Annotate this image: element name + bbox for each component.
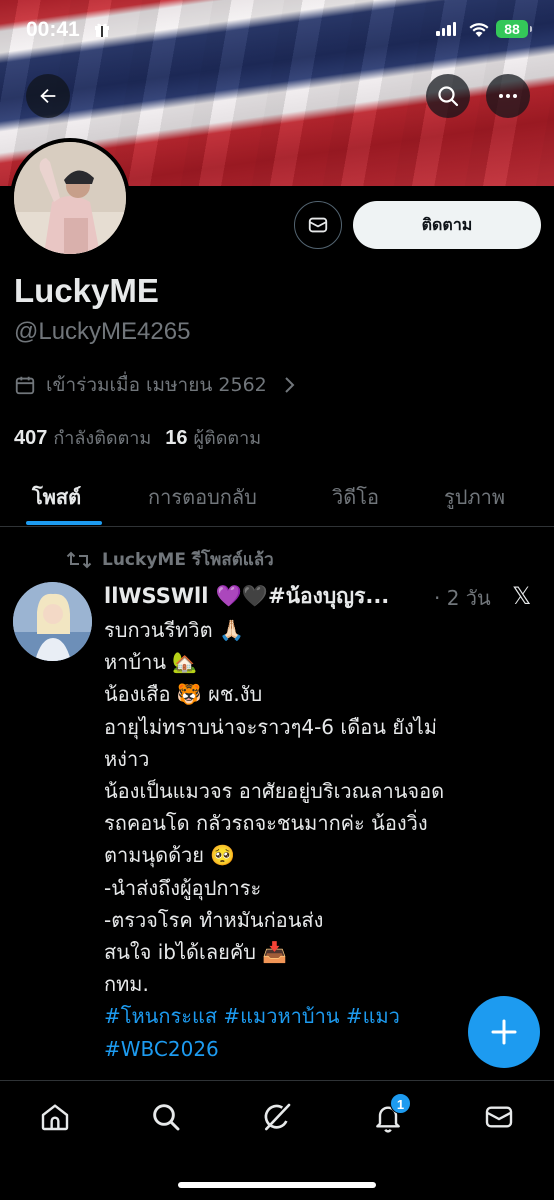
follow-button[interactable]: ติดตาม — [353, 201, 541, 249]
nav-search[interactable] — [148, 1099, 184, 1135]
tweet-text-line: น้องเป็นแมวจร อาศัยอยู่บริเวณลานจอด — [104, 779, 445, 804]
followers-count: 16 — [165, 427, 188, 449]
tweet-text-line: รถคอนโด กลัวรถจะชนมากค่ะ น้องวิ่ง — [104, 811, 428, 836]
profile-handle: @LuckyME4265 — [14, 318, 191, 345]
envelope-icon — [485, 1106, 513, 1128]
search-icon — [153, 1104, 180, 1131]
tweet-text-line: อายุไม่ทราบน่าจะราวๆ4-6 เดือน ยังไม่ — [104, 714, 437, 739]
nav-notifications[interactable]: 1 — [370, 1093, 411, 1135]
tweet-text-line: กทม. — [104, 972, 149, 997]
active-tab-indicator — [26, 521, 102, 525]
nav-messages[interactable] — [481, 1099, 517, 1135]
profile-avatar[interactable] — [10, 138, 130, 258]
tweet-timestamp[interactable]: · 2 วัน — [434, 582, 491, 614]
tweet-text-line: หง่าว — [104, 746, 150, 771]
profile-display-name: LuckyME — [14, 272, 159, 309]
repost-icon — [66, 551, 92, 568]
tab-replies[interactable]: การตอบกลับ — [148, 481, 257, 513]
following-count: 407 — [14, 427, 48, 449]
plus-icon — [491, 1019, 517, 1045]
tweet-author-avatar[interactable] — [13, 582, 92, 661]
tab-photos[interactable]: รูปภาพ — [444, 481, 505, 513]
tweet-text-line: สนใจ ibได้เลยคับ 📥 — [104, 940, 288, 965]
tweet-text-line: -นำส่งถึงผู้อุปการะ — [104, 875, 262, 900]
wifi-icon — [469, 23, 489, 37]
back-button[interactable] — [26, 74, 70, 118]
chevron-right-icon — [285, 377, 295, 393]
search-icon — [438, 86, 459, 107]
tweet-text-line: ตามนุดด้วย 🥺 — [104, 843, 236, 868]
tweet-text-line: น้องเสือ 🐯 ผช.งับ — [104, 682, 263, 707]
status-bar: 00:41 88 — [0, 0, 554, 62]
more-icon — [499, 94, 517, 98]
tab-posts[interactable]: โพสต์ — [32, 481, 81, 513]
more-options-button[interactable] — [486, 74, 530, 118]
nav-grok[interactable] — [259, 1099, 295, 1135]
following-label: กำลังติดตาม — [53, 428, 152, 449]
message-button[interactable] — [294, 201, 342, 249]
profile-tabs: โพสต์ การตอบกลับ วิดีโอ รูปภาพ — [0, 465, 554, 527]
tab-videos[interactable]: วิดีโอ — [332, 481, 379, 513]
search-button[interactable] — [426, 74, 470, 118]
cellular-signal-icon — [436, 22, 456, 36]
tweet-text-line: หาบ้าน 🏡 — [104, 650, 198, 675]
battery-indicator: 88 — [496, 20, 532, 38]
author-avatar-photo — [13, 582, 92, 661]
gift-icon — [95, 23, 109, 37]
home-icon — [41, 1104, 69, 1131]
compose-post-button[interactable] — [468, 996, 540, 1068]
home-indicator — [178, 1182, 376, 1188]
tweet-header: llWSSWll 💜🖤#น้องบุญร... · 2 วัน 𝕏 — [104, 580, 544, 612]
followers-label: ผู้ติดตาม — [193, 428, 262, 449]
joined-date[interactable]: เข้าร่วมเมื่อ เมษายน 2562 — [14, 370, 295, 400]
grok-icon — [264, 1103, 291, 1131]
followers-stat[interactable]: 16 ผู้ติดตาม — [165, 423, 261, 452]
x-logo-icon[interactable]: 𝕏 — [512, 582, 531, 610]
tweet-text-line: -ตรวจโรค ทำหมันก่อนส่ง — [104, 907, 324, 932]
tweet-text-line: รบกวนรีทวิต 🙏🏻 — [104, 618, 244, 642]
tweet-body[interactable]: รบกวนรีทวิต 🙏🏻 หาบ้าน 🏡 น้องเสือ 🐯 ผช.งับอ… — [104, 614, 540, 1065]
following-stat[interactable]: 407 กำลังติดตาม — [14, 423, 151, 452]
joined-text: เข้าร่วมเมื่อ เมษายน 2562 — [46, 374, 267, 396]
follow-stats: 407 กำลังติดตาม 16 ผู้ติดตาม — [14, 423, 261, 452]
nav-home[interactable] — [37, 1099, 73, 1135]
notification-badge: 1 — [390, 1093, 411, 1114]
calendar-icon — [15, 376, 35, 395]
arrow-left-icon — [40, 88, 56, 104]
repost-indicator[interactable]: LuckyME รีโพสต์แล้ว — [66, 546, 274, 573]
status-time: 00:41 — [26, 18, 80, 41]
envelope-icon — [308, 217, 328, 233]
repost-label: LuckyME รีโพสต์แล้ว — [102, 550, 274, 570]
avatar-photo — [14, 142, 126, 254]
tweet-author-name[interactable]: llWSSWll 💜🖤#น้องบุญร... — [104, 580, 430, 613]
